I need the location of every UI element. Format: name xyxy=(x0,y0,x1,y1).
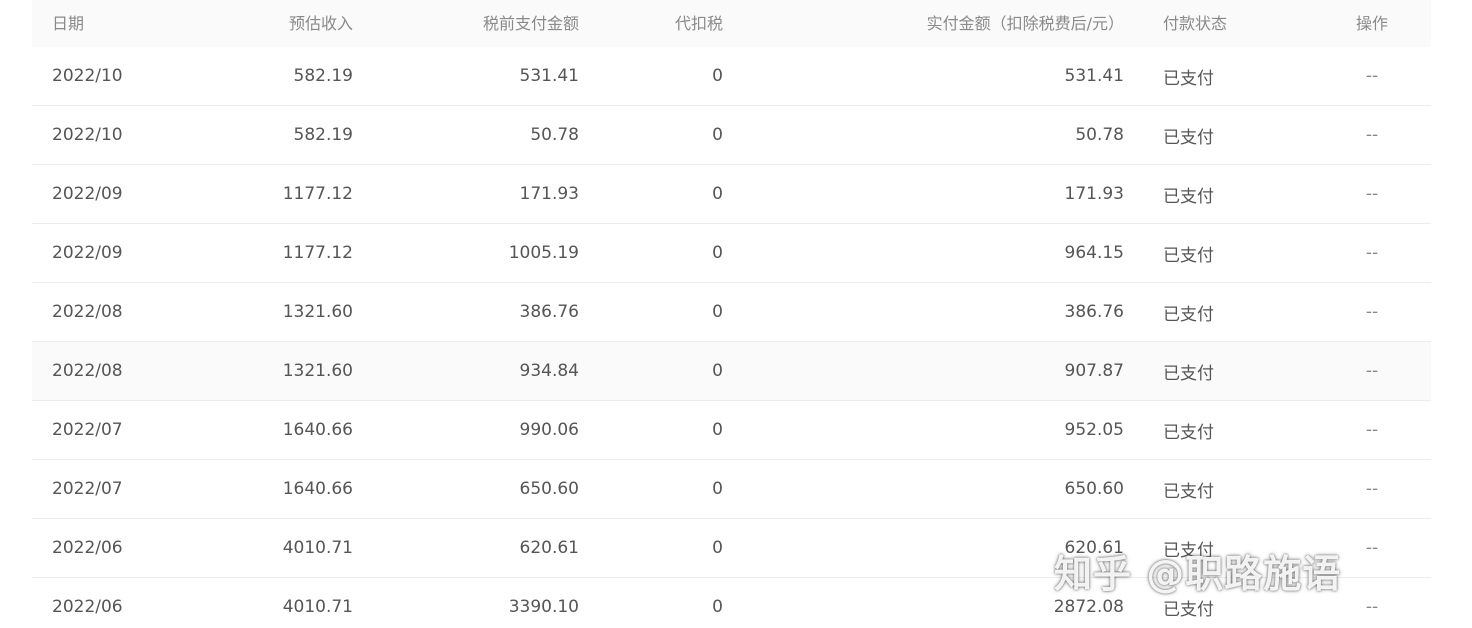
cell-date: 2022/06 xyxy=(52,538,123,558)
cell-estimated-income: 4010.71 xyxy=(282,597,353,617)
table-row[interactable]: 2022/08 1321.60 934.84 0 907.87 已支付 -- xyxy=(32,342,1431,401)
cell-operation: -- xyxy=(1365,184,1379,204)
cell-pre-tax-amount: 934.84 xyxy=(519,361,579,381)
table-row[interactable]: 2022/07 1640.66 650.60 0 650.60 已支付 -- xyxy=(32,460,1431,519)
cell-payment-status: 已支付 xyxy=(1163,68,1214,89)
cell-payment-status: 已支付 xyxy=(1163,186,1214,207)
cell-pre-tax-amount: 531.41 xyxy=(519,66,579,86)
cell-date: 2022/08 xyxy=(52,361,123,381)
cell-withheld-tax: 0 xyxy=(712,184,723,204)
cell-pre-tax-amount: 650.60 xyxy=(519,479,579,499)
cell-date: 2022/10 xyxy=(52,125,123,145)
cell-estimated-income: 582.19 xyxy=(293,66,353,86)
cell-date: 2022/09 xyxy=(52,243,123,263)
table-row[interactable]: 2022/07 1640.66 990.06 0 952.05 已支付 -- xyxy=(32,401,1431,460)
cell-date: 2022/08 xyxy=(52,302,123,322)
cell-payment-status: 已支付 xyxy=(1163,540,1214,561)
cell-estimated-income: 4010.71 xyxy=(282,538,353,558)
table-row[interactable]: 2022/10 582.19 50.78 0 50.78 已支付 -- xyxy=(32,106,1431,165)
cell-payment-status: 已支付 xyxy=(1163,127,1214,148)
cell-withheld-tax: 0 xyxy=(712,302,723,322)
cell-operation: -- xyxy=(1365,66,1379,86)
cell-payment-status: 已支付 xyxy=(1163,304,1214,325)
cell-operation: -- xyxy=(1365,302,1379,322)
cell-pre-tax-amount: 171.93 xyxy=(519,184,579,204)
cell-payment-status: 已支付 xyxy=(1163,245,1214,266)
cell-withheld-tax: 0 xyxy=(712,66,723,86)
cell-withheld-tax: 0 xyxy=(712,479,723,499)
cell-withheld-tax: 0 xyxy=(712,597,723,617)
cell-actual-paid: 907.87 xyxy=(1064,361,1124,381)
cell-operation: -- xyxy=(1365,538,1379,558)
cell-payment-status: 已支付 xyxy=(1163,363,1214,384)
cell-date: 2022/07 xyxy=(52,420,123,440)
cell-pre-tax-amount: 1005.19 xyxy=(508,243,579,263)
header-actual-paid: 实付金额（扣除税费后/元） xyxy=(926,14,1124,33)
cell-withheld-tax: 0 xyxy=(712,538,723,558)
cell-actual-paid: 50.78 xyxy=(1075,125,1124,145)
cell-estimated-income: 1640.66 xyxy=(282,479,353,499)
cell-operation: -- xyxy=(1365,479,1379,499)
cell-actual-paid: 650.60 xyxy=(1064,479,1124,499)
cell-operation: -- xyxy=(1365,243,1379,263)
header-operation: 操作 xyxy=(1355,14,1388,33)
cell-actual-paid: 386.76 xyxy=(1064,302,1124,322)
cell-actual-paid: 620.61 xyxy=(1064,538,1124,558)
header-withheld-tax: 代扣税 xyxy=(674,14,723,33)
cell-estimated-income: 1177.12 xyxy=(282,184,353,204)
cell-estimated-income: 1640.66 xyxy=(282,420,353,440)
cell-pre-tax-amount: 386.76 xyxy=(519,302,579,322)
cell-pre-tax-amount: 990.06 xyxy=(519,420,579,440)
table-row[interactable]: 2022/09 1177.12 171.93 0 171.93 已支付 -- xyxy=(32,165,1431,224)
header-payment-status: 付款状态 xyxy=(1163,14,1228,33)
cell-date: 2022/10 xyxy=(52,66,123,86)
cell-date: 2022/07 xyxy=(52,479,123,499)
cell-payment-status: 已支付 xyxy=(1163,422,1214,443)
cell-operation: -- xyxy=(1365,125,1379,145)
cell-actual-paid: 952.05 xyxy=(1064,420,1124,440)
cell-withheld-tax: 0 xyxy=(712,420,723,440)
cell-actual-paid: 531.41 xyxy=(1064,66,1124,86)
cell-estimated-income: 1321.60 xyxy=(282,302,353,322)
header-date: 日期 xyxy=(52,14,85,33)
cell-payment-status: 已支付 xyxy=(1163,481,1214,502)
table-body: 2022/10 582.19 531.41 0 531.41 已支付 -- 2022/10 58… xyxy=(32,47,1431,628)
header-estimated-income: 预估收入 xyxy=(288,14,353,33)
cell-withheld-tax: 0 xyxy=(712,125,723,145)
cell-withheld-tax: 0 xyxy=(712,361,723,381)
table-row[interactable]: 2022/09 1177.12 1005.19 0 964.15 已支付 -- xyxy=(32,224,1431,283)
table-row[interactable]: 2022/06 4010.71 620.61 0 620.61 已支付 -- xyxy=(32,519,1431,578)
cell-pre-tax-amount: 3390.10 xyxy=(508,597,579,617)
cell-date: 2022/06 xyxy=(52,597,123,617)
cell-pre-tax-amount: 620.61 xyxy=(519,538,579,558)
table-row[interactable]: 2022/10 582.19 531.41 0 531.41 已支付 -- xyxy=(32,47,1431,106)
payment-records-table: 日期 预估收入 税前支付金额 代扣税 实付金额（扣除税费后/元） 付款状态 操作… xyxy=(32,0,1431,628)
cell-actual-paid: 2872.08 xyxy=(1053,597,1124,617)
payment-records-page: 日期 预估收入 税前支付金额 代扣税 实付金额（扣除税费后/元） 付款状态 操作… xyxy=(0,0,1472,628)
cell-estimated-income: 1321.60 xyxy=(282,361,353,381)
cell-operation: -- xyxy=(1365,597,1379,617)
cell-actual-paid: 171.93 xyxy=(1064,184,1124,204)
cell-pre-tax-amount: 50.78 xyxy=(530,125,579,145)
table-row[interactable]: 2022/08 1321.60 386.76 0 386.76 已支付 -- xyxy=(32,283,1431,342)
cell-date: 2022/09 xyxy=(52,184,123,204)
table-row[interactable]: 2022/06 4010.71 3390.10 0 2872.08 已支付 -- xyxy=(32,578,1431,628)
cell-operation: -- xyxy=(1365,361,1379,381)
cell-payment-status: 已支付 xyxy=(1163,599,1214,620)
cell-actual-paid: 964.15 xyxy=(1064,243,1124,263)
cell-withheld-tax: 0 xyxy=(712,243,723,263)
table-header-row: 日期 预估收入 税前支付金额 代扣税 实付金额（扣除税费后/元） 付款状态 操作 xyxy=(32,0,1431,47)
cell-estimated-income: 582.19 xyxy=(293,125,353,145)
header-pre-tax-amount: 税前支付金额 xyxy=(482,14,579,33)
cell-operation: -- xyxy=(1365,420,1379,440)
cell-estimated-income: 1177.12 xyxy=(282,243,353,263)
